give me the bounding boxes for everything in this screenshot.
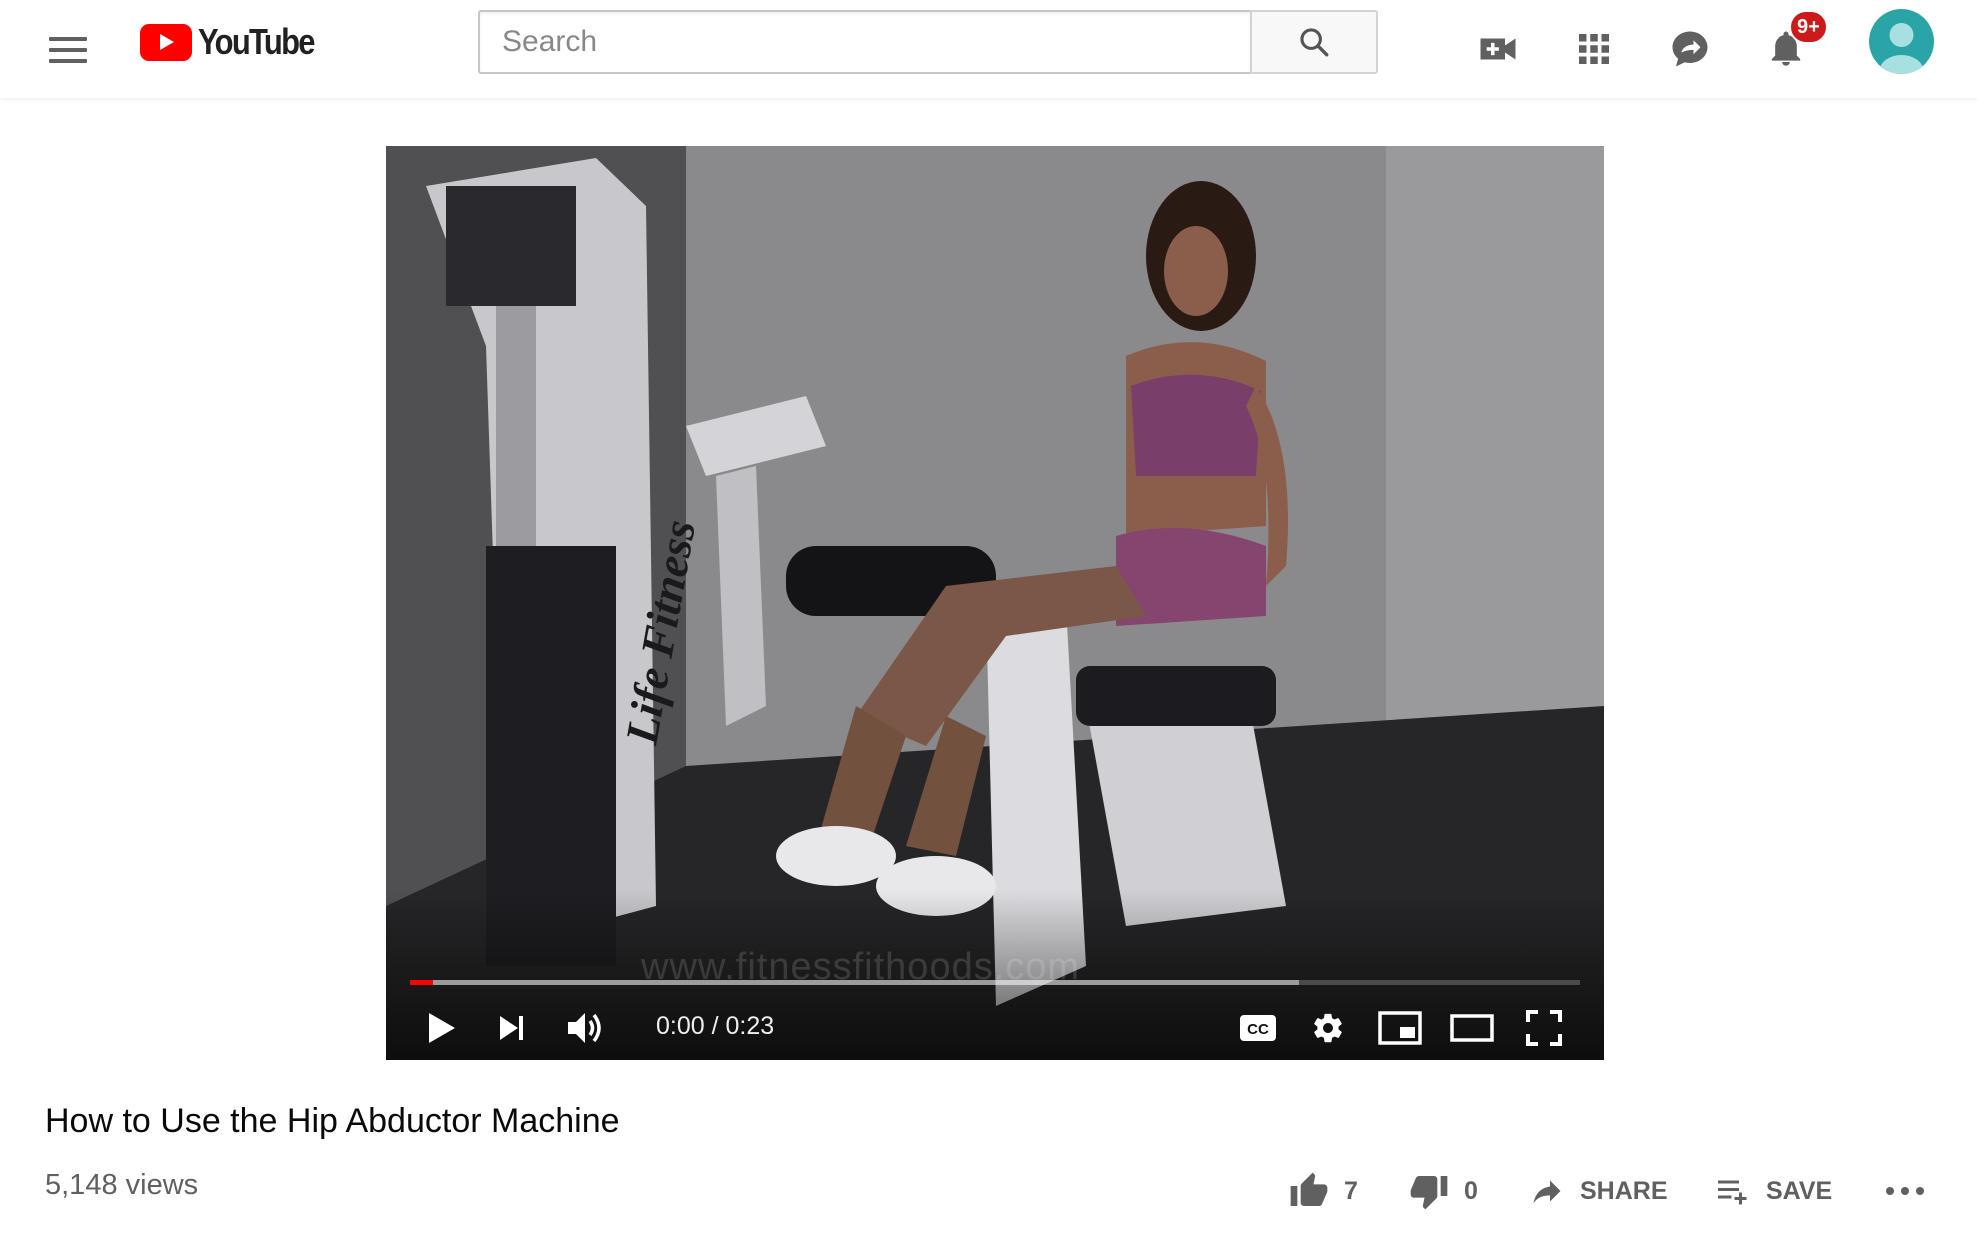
search-icon bbox=[1300, 28, 1329, 57]
create-video-icon bbox=[1480, 38, 1516, 60]
video-player[interactable]: Life Fitness www.fitnessfithoods.com 0:0… bbox=[386, 146, 1604, 1060]
logo-wordmark: YouTube bbox=[198, 21, 316, 62]
avatar[interactable] bbox=[1869, 9, 1934, 74]
next-icon bbox=[500, 1016, 523, 1040]
play-button[interactable] bbox=[416, 996, 468, 1060]
dislike-count: 0 bbox=[1464, 1176, 1478, 1205]
share-label: SHARE bbox=[1580, 1176, 1668, 1205]
captions-icon: CC bbox=[1240, 1015, 1276, 1041]
share-icon bbox=[1533, 1180, 1561, 1203]
svg-text:CC: CC bbox=[1247, 1021, 1269, 1038]
youtube-logo-icon bbox=[140, 23, 192, 61]
progress-bar[interactable] bbox=[410, 980, 1580, 985]
more-actions-button[interactable] bbox=[1884, 1168, 1926, 1214]
time-separator: / bbox=[711, 1012, 719, 1040]
next-button[interactable] bbox=[486, 996, 538, 1060]
view-count: 5,148 views bbox=[45, 1169, 199, 1201]
theater-icon bbox=[1450, 1014, 1494, 1042]
settings-icon bbox=[1314, 1013, 1342, 1043]
save-icon bbox=[1718, 1180, 1747, 1205]
captions-button[interactable]: CC bbox=[1230, 996, 1286, 1060]
progress-loaded bbox=[410, 980, 1300, 985]
like-icon bbox=[1290, 1172, 1328, 1206]
create-video-button[interactable] bbox=[1469, 20, 1527, 78]
theater-mode-button[interactable] bbox=[1444, 996, 1500, 1060]
like-button[interactable]: 7 bbox=[1288, 1168, 1358, 1214]
video-title: How to Use the Hip Abductor Machine bbox=[45, 1102, 620, 1140]
search-button[interactable] bbox=[1250, 10, 1378, 74]
fullscreen-button[interactable] bbox=[1516, 996, 1572, 1060]
more-icon bbox=[1886, 1187, 1924, 1195]
avatar-icon bbox=[1879, 23, 1924, 74]
volume-icon bbox=[568, 1013, 601, 1043]
messages-button[interactable] bbox=[1661, 20, 1719, 78]
save-button[interactable]: SAVE bbox=[1714, 1168, 1832, 1214]
share-button[interactable]: SHARE bbox=[1528, 1168, 1668, 1214]
apps-button[interactable] bbox=[1565, 20, 1623, 78]
time-display: 0:00 / 0:23 bbox=[656, 1012, 774, 1041]
like-count: 7 bbox=[1344, 1176, 1358, 1205]
progress-played bbox=[410, 980, 434, 985]
search-bar bbox=[478, 10, 1378, 74]
youtube-logo[interactable]: YouTube bbox=[140, 21, 333, 62]
time-total: 0:23 bbox=[725, 1012, 775, 1040]
messages-icon bbox=[1672, 31, 1708, 67]
notification-count-badge: 9+ bbox=[1789, 10, 1828, 44]
save-label: SAVE bbox=[1766, 1176, 1833, 1205]
play-icon bbox=[429, 1013, 455, 1043]
apps-icon bbox=[1579, 34, 1609, 64]
dislike-button[interactable]: 0 bbox=[1408, 1168, 1478, 1214]
miniplayer-icon bbox=[1378, 1011, 1422, 1045]
volume-button[interactable] bbox=[560, 996, 612, 1060]
fullscreen-icon bbox=[1526, 1010, 1562, 1046]
miniplayer-button[interactable] bbox=[1372, 996, 1428, 1060]
settings-button[interactable] bbox=[1300, 996, 1356, 1060]
time-current: 0:00 bbox=[656, 1012, 705, 1040]
dislike-icon bbox=[1410, 1176, 1448, 1210]
menu-icon[interactable] bbox=[40, 22, 96, 78]
masthead: YouTube Search 9+ bbox=[0, 0, 1978, 98]
search-input[interactable] bbox=[478, 10, 1250, 74]
